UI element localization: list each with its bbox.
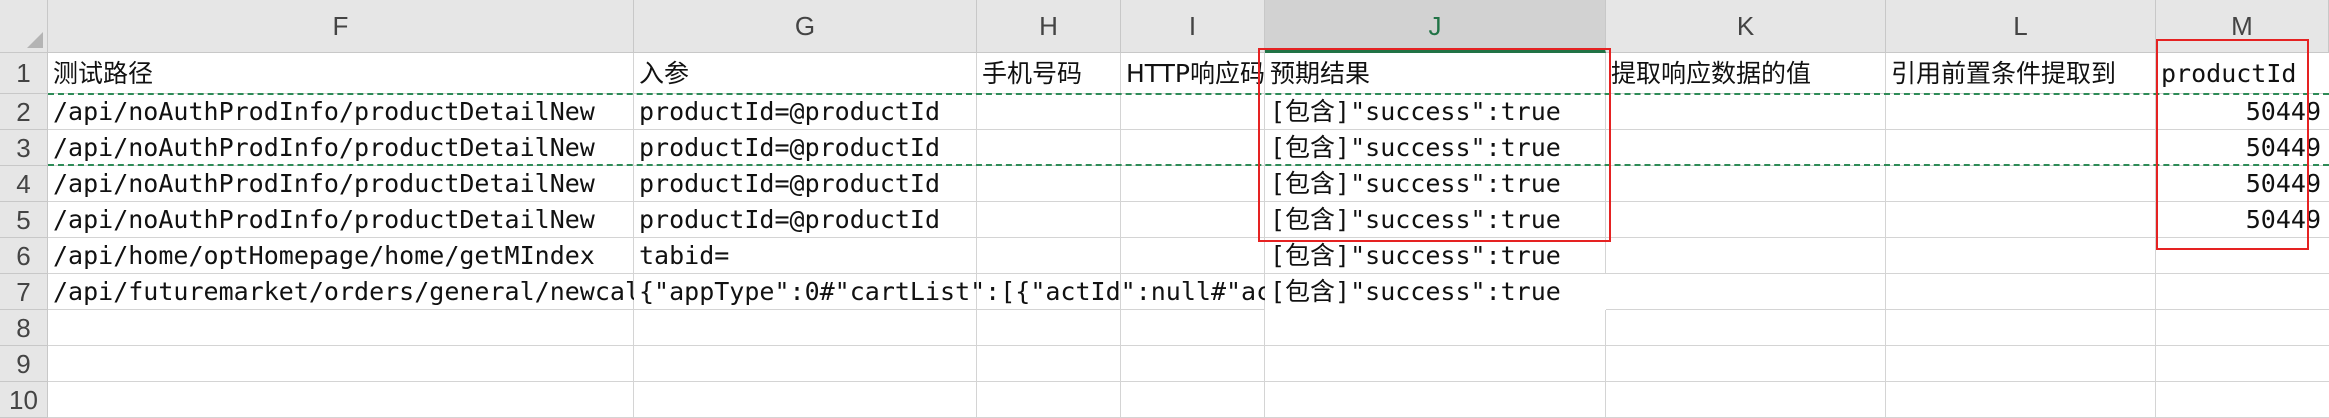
cell-L1[interactable]: 引用前置条件提取到 [1886, 55, 2156, 93]
cell-F1[interactable]: 测试路径 [48, 55, 634, 93]
cell-G5[interactable]: productId=@productId [634, 202, 977, 238]
cell-I1[interactable]: HTTP响应码 [1121, 55, 1265, 93]
column-header-L[interactable]: L [1886, 0, 2156, 53]
cell-J6[interactable]: [包含]"success":true [1265, 238, 1606, 274]
row-header-6[interactable]: 6 [0, 238, 48, 274]
cell-F6[interactable]: /api/home/optHomepage/home/getMIndex [48, 238, 634, 274]
row-header-2[interactable]: 2 [0, 94, 48, 130]
cell-G2[interactable]: productId=@productId [634, 94, 977, 130]
row-header-4[interactable]: 4 [0, 166, 48, 202]
cell-G3[interactable]: productId=@productId [634, 130, 977, 166]
gridline [1120, 53, 1121, 418]
cell-G4[interactable]: productId=@productId [634, 166, 977, 202]
cell-G7[interactable]: {"appType":0#"cartList":[{"actId":null#"… [634, 274, 1265, 310]
cell-F3[interactable]: /api/noAuthProdInfo/productDetailNew [48, 130, 634, 166]
column-header-I[interactable]: I [1121, 0, 1265, 53]
column-header-G[interactable]: G [634, 0, 977, 53]
cell-G6[interactable]: tabid= [634, 238, 977, 274]
copy-marquee-bottom [48, 164, 2329, 166]
column-header-J[interactable]: J [1265, 0, 1606, 53]
row-header-1[interactable]: 1 [0, 53, 48, 94]
cell-G1[interactable]: 入参 [634, 55, 977, 93]
column-header-H[interactable]: H [977, 0, 1121, 53]
row-header-3[interactable]: 3 [0, 130, 48, 166]
cell-F5[interactable]: /api/noAuthProdInfo/productDetailNew [48, 202, 634, 238]
gridline [48, 345, 2329, 346]
gridline [1885, 53, 1886, 418]
cell-F4[interactable]: /api/noAuthProdInfo/productDetailNew [48, 166, 634, 202]
cell-G7-text: {"appType":0#"cartList":[{"actId":null#"… [639, 277, 1265, 306]
select-all-triangle-icon [27, 32, 43, 48]
cell-F7[interactable]: /api/futuremarket/orders/general/newcal [48, 274, 634, 310]
cell-K1[interactable]: 提取响应数据的值 [1606, 55, 1886, 93]
cell-H1[interactable]: 手机号码 [977, 55, 1121, 93]
copy-marquee-top [48, 93, 2329, 95]
highlight-box-expected-result [1258, 48, 1611, 242]
spreadsheet-grid: F G H I J K L M 1 2 3 4 5 6 7 8 9 10 测试路… [0, 0, 2329, 418]
cell-F2[interactable]: /api/noAuthProdInfo/productDetailNew [48, 94, 634, 130]
row-header-7[interactable]: 7 [0, 274, 48, 310]
cell-J7[interactable]: [包含]"success":true [1265, 274, 1606, 310]
column-header-K[interactable]: K [1606, 0, 1886, 53]
row-header-10[interactable]: 10 [0, 382, 48, 418]
row-header-5[interactable]: 5 [0, 202, 48, 238]
select-all-corner[interactable] [0, 0, 48, 53]
row-header-8[interactable]: 8 [0, 310, 48, 346]
highlight-box-productid [2156, 39, 2309, 250]
column-header-F[interactable]: F [48, 0, 634, 53]
gridline [48, 381, 2329, 382]
row-header-9[interactable]: 9 [0, 346, 48, 382]
